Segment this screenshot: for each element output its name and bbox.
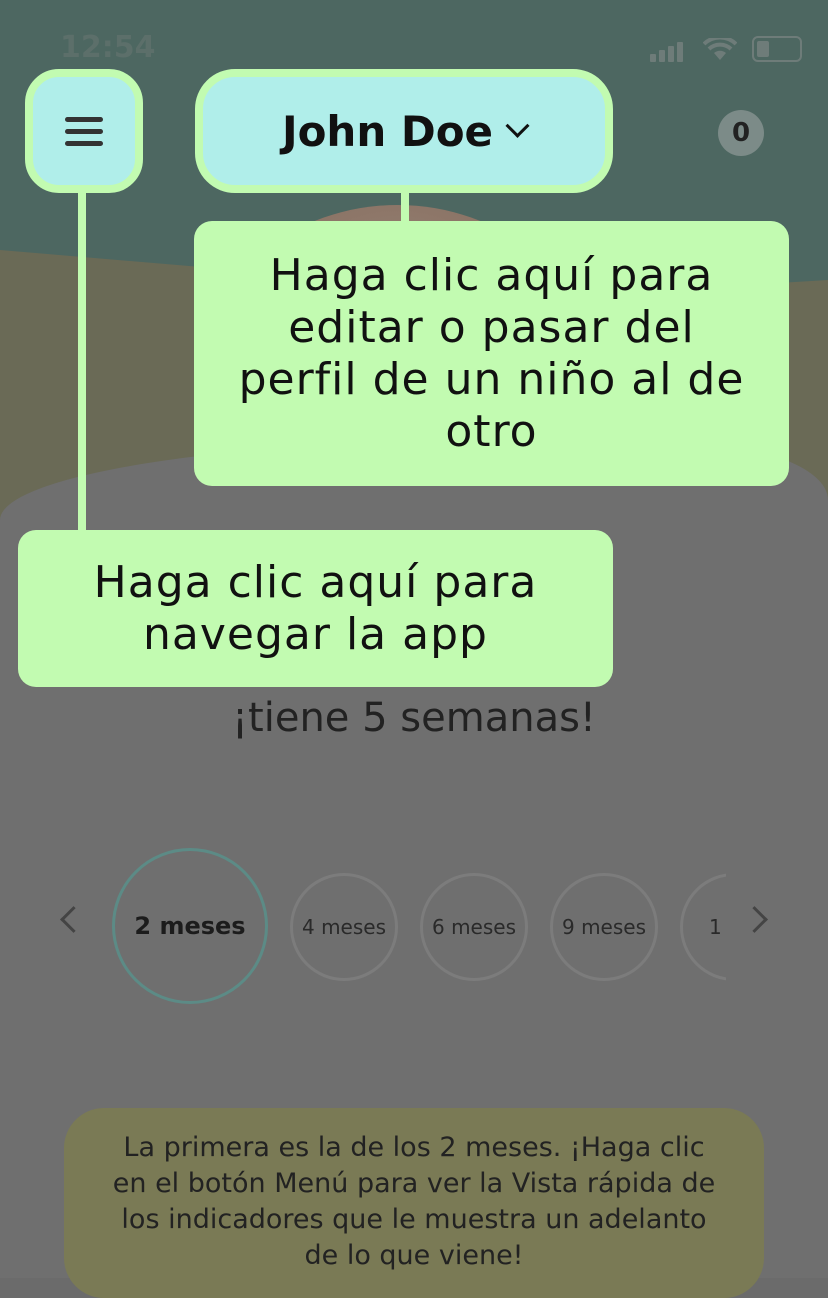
wifi-icon — [702, 35, 738, 60]
profile-tooltip: Haga clic aquí para editar o pasar del p… — [194, 221, 789, 486]
chevron-down-icon — [505, 113, 530, 138]
status-time: 12:54 — [60, 30, 156, 65]
profile-switcher-button[interactable]: John Doe — [195, 69, 613, 193]
milestone-2-months[interactable]: 2 meses — [112, 848, 268, 1004]
menu-button[interactable] — [25, 69, 143, 193]
signal-icon — [650, 42, 686, 62]
milestone-next-wrapper: 1 . — [680, 873, 726, 981]
info-message: La primera es la de los 2 meses. ¡Haga c… — [64, 1108, 764, 1298]
menu-icon — [65, 110, 103, 153]
milestone-4-months[interactable]: 4 meses — [290, 873, 398, 981]
status-icons — [650, 35, 803, 62]
profile-name: John Doe — [281, 106, 494, 156]
child-age-text: ¡tiene 5 semanas! — [232, 695, 596, 741]
milestone-6-months[interactable]: 6 meses — [420, 873, 528, 981]
menu-tooltip: Haga clic aquí para navegar la app — [18, 530, 613, 687]
profile-tooltip-text: Haga clic aquí para editar o pasar del p… — [238, 249, 745, 457]
notification-badge[interactable]: 0 — [718, 110, 764, 156]
menu-tooltip-text: Haga clic aquí para navegar la app — [93, 556, 538, 660]
battery-icon — [752, 36, 803, 62]
milestone-9-months[interactable]: 9 meses — [550, 873, 658, 981]
menu-tip-connector — [78, 193, 86, 538]
profile-tip-connector — [401, 193, 409, 223]
milestone-next[interactable]: 1 . — [680, 873, 726, 981]
